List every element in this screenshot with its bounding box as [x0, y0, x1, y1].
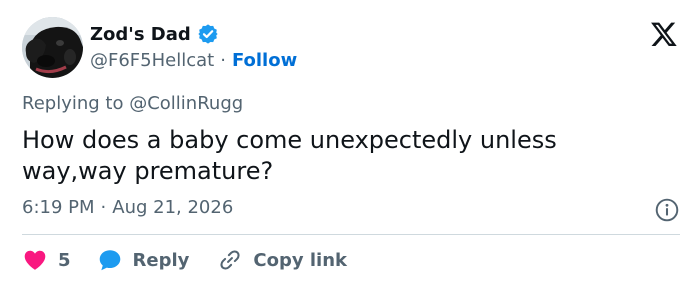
copy-link-label: Copy link — [253, 249, 347, 271]
tweet-date[interactable]: Aug 21, 2026 — [112, 197, 233, 218]
follow-button[interactable]: Follow — [232, 50, 297, 71]
author-handle-row: @F6F5Hellcat · Follow — [90, 50, 297, 71]
reply-mention-link[interactable]: @CollinRugg — [129, 93, 243, 114]
handle-separator: · — [220, 50, 226, 71]
replying-to: Replying to @CollinRugg — [22, 93, 243, 114]
copy-link-button[interactable]: Copy link — [217, 247, 347, 273]
divider — [22, 234, 680, 235]
info-icon[interactable] — [654, 197, 680, 223]
author-name-row: Zod's Dad — [90, 23, 219, 45]
tweet-text: How does a baby come unexpectedly unless… — [22, 126, 557, 185]
speech-bubble-icon — [99, 250, 120, 271]
verified-badge-icon — [198, 24, 218, 44]
dog-avatar-image — [22, 17, 83, 78]
reply-button[interactable]: Reply — [97, 247, 190, 273]
x-logo-icon[interactable] — [650, 20, 678, 48]
like-count: 5 — [58, 249, 71, 271]
reply-label: Reply — [132, 249, 190, 271]
like-button[interactable]: 5 — [22, 247, 71, 273]
meta-separator: · — [100, 197, 107, 218]
author-handle[interactable]: @F6F5Hellcat — [90, 50, 214, 71]
author-display-name[interactable]: Zod's Dad — [90, 24, 191, 45]
tweet-time[interactable]: 6:19 PM — [22, 197, 95, 218]
tweet-timestamp[interactable]: 6:19 PM · Aug 21, 2026 — [22, 197, 233, 218]
action-bar: 5 Reply Copy link — [22, 247, 347, 273]
heart-icon — [24, 250, 46, 270]
link-icon — [220, 250, 240, 270]
avatar[interactable] — [22, 17, 83, 78]
replying-prefix: Replying to — [22, 93, 124, 114]
